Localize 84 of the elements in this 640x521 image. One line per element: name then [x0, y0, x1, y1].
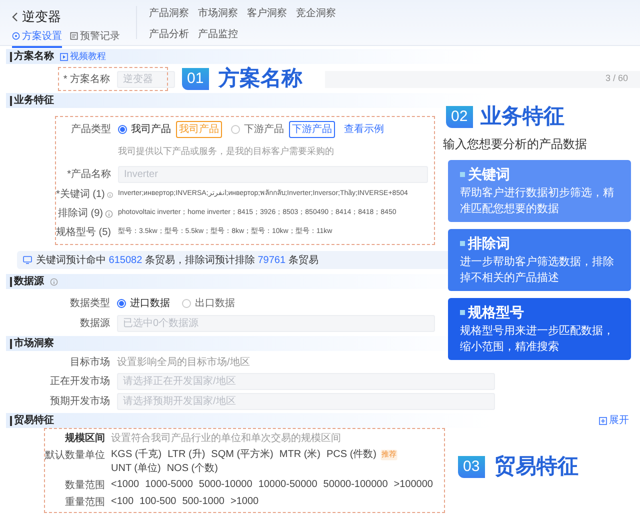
field-label: *关键词 (1): [56, 188, 105, 202]
hint-text: 设置影响全局的目标市场/地区: [117, 356, 250, 370]
tab[interactable]: 预警记录: [70, 28, 120, 48]
square-icon: [460, 240, 465, 246]
callout-subtitle: 输入您想要分析的产品数据: [443, 136, 588, 152]
hint-text: 设置符合我司产品行业的单位和单次交易的规模区间: [111, 432, 341, 446]
nav-link[interactable]: 竞企洞察: [296, 6, 336, 21]
option-text[interactable]: 5000-10000: [198, 478, 252, 492]
info-icon: [106, 190, 113, 198]
nav-link[interactable]: 产品监控: [198, 27, 238, 42]
option-text[interactable]: >1000: [230, 495, 259, 509]
option-text[interactable]: PCS (件数): [326, 448, 376, 462]
tag: 我司产品: [176, 121, 222, 138]
tag: 下游产品: [289, 121, 335, 138]
option-text[interactable]: LTR (升): [168, 448, 206, 462]
section-title: 业务特征: [10, 96, 54, 106]
square-icon: [460, 310, 465, 314]
field-label: 数量范围: [64, 478, 106, 493]
field-label: *产品名称: [66, 168, 112, 182]
option-text[interactable]: 500-1000: [182, 495, 224, 509]
field-label: 排除词 (9): [58, 206, 103, 221]
callout-title: 贸易特征: [494, 454, 579, 480]
section-title: 市场洞察: [10, 338, 54, 348]
record-icon: [70, 32, 78, 40]
nav-link[interactable]: 市场洞察: [198, 6, 238, 21]
option-text[interactable]: UNT (单位): [111, 462, 161, 476]
card-title: 关键词: [468, 164, 510, 184]
page-title: 逆变器: [22, 8, 61, 26]
estimate-text: 关键词预计命中 615082 条贸易，排除词预计排除 79761 条贸易: [36, 254, 318, 268]
back-icon: [12, 12, 18, 22]
step-badge: 02: [446, 106, 473, 128]
settings-icon: [12, 32, 20, 40]
nav-link[interactable]: 产品分析: [149, 27, 189, 42]
card-title: 规格型号: [468, 302, 524, 322]
option-text[interactable]: 10000-50000: [258, 478, 318, 492]
callout-title: 业务特征: [480, 104, 565, 130]
field-label: 产品类型: [70, 122, 112, 137]
option-text[interactable]: 50000-100000: [323, 478, 388, 492]
monitor-icon: [23, 256, 32, 264]
square-icon: [460, 172, 465, 176]
card-title: 排除词: [468, 234, 510, 252]
card-text: 帮助客户进行数据初步筛选，精准匹配您想要的数据: [460, 186, 615, 216]
option-text[interactable]: >100000: [394, 478, 433, 492]
card-text: 进一步帮助客户筛选数据，排除掉不相关的产品描述: [460, 254, 615, 286]
expand-link[interactable]: 展开: [599, 413, 629, 428]
section-title: 数据源: [10, 276, 44, 286]
field-label: 目标市场: [69, 356, 111, 370]
field-label: * 方案名称: [62, 72, 111, 86]
option-text[interactable]: 100-500: [140, 495, 176, 509]
field-label: 数据源: [79, 317, 111, 331]
callout-title: 方案名称: [218, 66, 303, 92]
field-label: 规格型号 (5): [56, 226, 111, 240]
radio-option[interactable]: 我司产品: [118, 122, 171, 137]
section-title: 方案名称: [10, 52, 54, 62]
option-text[interactable]: 1000-5000: [145, 478, 193, 492]
field-label: 规模区间: [64, 432, 106, 446]
option-text[interactable]: SQM (平方米): [211, 448, 274, 462]
video-tutorial-link[interactable]: 视频教程: [60, 50, 106, 64]
field-label: 重量范围: [64, 496, 106, 510]
field-label: 预期开发市场: [49, 394, 111, 409]
play-icon: [60, 52, 68, 60]
info-icon: [105, 210, 113, 218]
nav-link[interactable]: 客户洞察: [247, 6, 287, 21]
expand-icon: [599, 416, 607, 424]
step-badge: 01: [182, 68, 209, 90]
field-label: 默认数量单位: [45, 448, 106, 463]
hint-text: 我司提供以下产品或服务，是我的目标客户需要采购的: [118, 146, 334, 158]
radio-option[interactable]: 进口数据: [117, 296, 170, 310]
example-link[interactable]: 查看示例: [344, 122, 384, 137]
radio-option[interactable]: 出口数据: [182, 296, 235, 310]
option-text[interactable]: NOS (个数): [166, 462, 218, 476]
field-label: 正在开发市场: [49, 374, 111, 389]
radio-option[interactable]: 下游产品: [231, 122, 284, 137]
option-text[interactable]: KGS (千克): [111, 448, 162, 462]
option-text[interactable]: <1000: [111, 478, 140, 492]
option-text[interactable]: <100: [111, 495, 134, 509]
section-title: 贸易特征: [10, 416, 54, 426]
info-icon: [50, 278, 58, 286]
field-label: 数据类型: [69, 296, 111, 310]
nav-link[interactable]: 产品洞察: [149, 6, 189, 21]
card-text: 规格型号用来进一步匹配数据，缩小范围，精准搜索: [460, 324, 615, 354]
character-counter: 3 / 60: [325, 70, 640, 88]
step-badge: 03: [458, 456, 485, 478]
option-text[interactable]: MTR (米): [279, 448, 320, 462]
